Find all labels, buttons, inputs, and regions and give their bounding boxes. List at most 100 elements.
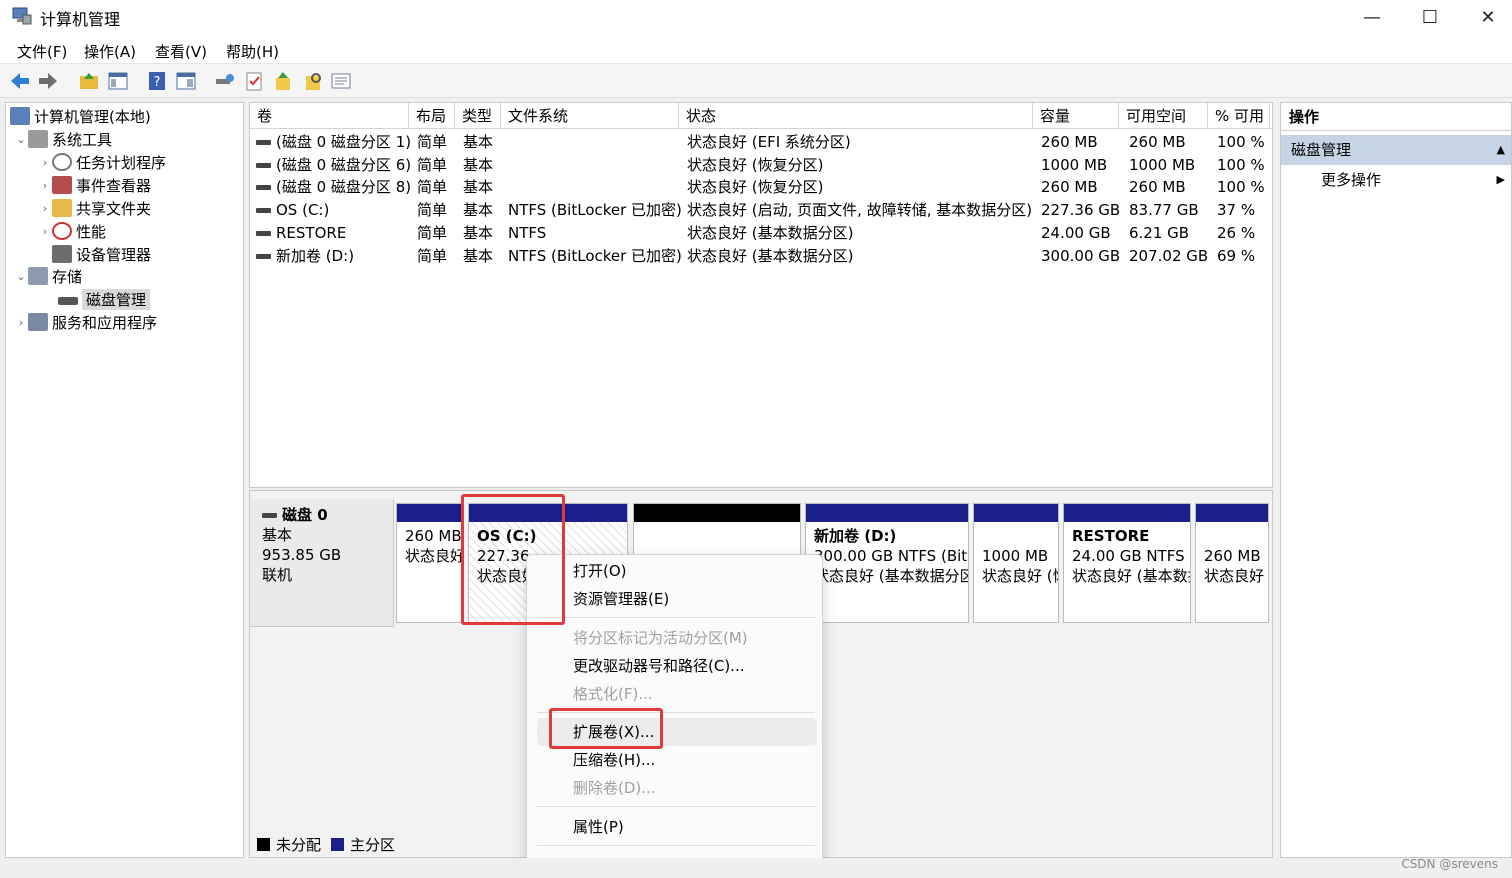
partition-name: RESTORE [1072, 527, 1150, 545]
actions-section-disk-management[interactable]: 磁盘管理 ▲ [1281, 135, 1511, 165]
menu-item-change-drive-letter[interactable]: 更改驱动器号和路径(C)... [537, 652, 817, 680]
column-header-filesystem[interactable]: 文件系统 [501, 103, 679, 129]
table-cell: 260 MB [1041, 131, 1098, 153]
partition-text: 新加卷 (D:) 300.00 GB NTFS (BitLocker 已加密) … [806, 522, 968, 586]
partition-new-volume-d[interactable]: 新加卷 (D:) 300.00 GB NTFS (BitLocker 已加密) … [805, 503, 969, 623]
disk-size: 953.85 GB [262, 546, 342, 564]
table-cell: 24.00 GB [1041, 222, 1111, 244]
actions-header: 操作 [1281, 103, 1511, 131]
menu-file[interactable]: 文件(F) [17, 41, 67, 62]
menu-item-explorer[interactable]: 资源管理器(E) [537, 585, 817, 613]
partition-restore[interactable]: RESTORE 24.00 GB NTFS 状态良好 (基本数据分区) [1063, 503, 1191, 623]
table-cell: 基本 [463, 176, 493, 198]
menu-view[interactable]: 查看(V) [155, 41, 207, 62]
menu-item-properties[interactable]: 属性(P) [537, 813, 817, 841]
close-button[interactable]: ✕ [1459, 0, 1512, 34]
collapse-icon[interactable]: ▲ [1497, 135, 1505, 165]
connect-icon[interactable] [213, 70, 235, 92]
disk-icon [262, 513, 277, 518]
column-header-volume[interactable]: 卷 [250, 103, 409, 129]
more-actions-item[interactable]: 更多操作 ▶ [1281, 165, 1511, 195]
back-arrow-icon[interactable] [9, 70, 31, 92]
partition-text: RESTORE 24.00 GB NTFS 状态良好 (基本数据分区) [1064, 522, 1190, 586]
chevron-right-icon[interactable]: › [14, 316, 28, 329]
menu-help[interactable]: 帮助(H) [226, 41, 279, 62]
table-cell: 26 % [1217, 222, 1255, 244]
cell-text: 300.00 GB [1041, 246, 1121, 265]
tree-item-shared-folders[interactable]: › 共享文件夹 [38, 197, 151, 219]
column-header-capacity[interactable]: 容量 [1033, 103, 1119, 129]
cell-text: OS (C:) [276, 201, 330, 220]
partition-efi[interactable]: 260 MB 状态良好 [396, 503, 462, 623]
tree-item-disk-management[interactable]: 磁盘管理 [58, 288, 151, 310]
tree-item-root[interactable]: 计算机管理(本地) [10, 105, 151, 127]
table-row[interactable]: OS (C:) 简单 基本 NTFS (BitLocker 已加密) 状态良好 (启动,… [250, 199, 1272, 222]
menu-item-mark-active[interactable]: 将分区标记为活动分区(M) [537, 624, 817, 652]
tree-item-label: 任务计划程序 [76, 153, 167, 172]
cell-text: 100 % [1217, 178, 1265, 197]
tree-item-services-apps[interactable]: › 服务和应用程序 [14, 311, 157, 333]
table-cell: OS (C:) [256, 199, 329, 221]
menu-action[interactable]: 操作(A) [84, 41, 136, 62]
column-header-layout[interactable]: 布局 [409, 103, 455, 129]
partition-size: 260 MB [405, 527, 461, 545]
help-icon[interactable]: ? [146, 70, 168, 92]
minimize-button[interactable]: — [1343, 0, 1401, 34]
partition-recovery[interactable]: 1000 MB 状态良好 (恢复分区) [973, 503, 1059, 623]
disk-icon [58, 297, 78, 305]
properties-view-icon[interactable] [175, 70, 197, 92]
cell-text: 状态良好 (启动, 页面文件, 故障转储, 基本数据分区) [687, 201, 1033, 220]
cell-text: 260 MB [1129, 178, 1186, 197]
chevron-right-icon[interactable]: › [38, 202, 52, 215]
menu-item-open[interactable]: 打开(O) [537, 557, 817, 585]
column-header-free-space[interactable]: 可用空间 [1119, 103, 1208, 129]
up-folder-icon[interactable] [78, 70, 100, 92]
tree-item-task-scheduler[interactable]: › 任务计划程序 [38, 151, 166, 173]
tree-item-device-manager[interactable]: 设备管理器 [52, 243, 151, 265]
toolbar: ? [0, 64, 1512, 98]
tree-item-system-tools[interactable]: ⌄ 系统工具 [14, 128, 112, 150]
table-cell: 状态良好 (恢复分区) [687, 154, 823, 176]
tree-item-performance[interactable]: › 性能 [38, 220, 106, 242]
table-cell: 69 % [1217, 245, 1255, 267]
disk-info[interactable]: 磁盘 0 基本 953.85 GB 联机 [250, 499, 394, 627]
show-hide-tree-icon[interactable] [107, 70, 129, 92]
table-row[interactable]: (磁盘 0 磁盘分区 1) 简单 基本 状态良好 (EFI 系统分区) 260 MB 26… [250, 131, 1272, 154]
maximize-button[interactable]: ☐ [1401, 0, 1459, 34]
table-cell: 状态良好 (基本数据分区) [687, 222, 853, 244]
column-header-percent-free[interactable]: % 可用 [1208, 103, 1270, 129]
menu-item-format[interactable]: 格式化(F)... [537, 680, 817, 708]
column-header-type[interactable]: 类型 [455, 103, 501, 129]
column-header-status[interactable]: 状态 [679, 103, 1033, 129]
chevron-right-icon[interactable]: › [38, 156, 52, 169]
table-row[interactable]: (磁盘 0 磁盘分区 6) 简单 基本 状态良好 (恢复分区) 1000 MB 1000 … [250, 154, 1272, 177]
chevron-down-icon[interactable]: ⌄ [14, 133, 28, 146]
export-icon[interactable] [272, 70, 294, 92]
chevron-right-icon[interactable]: › [38, 179, 52, 192]
forward-arrow-icon[interactable] [37, 70, 59, 92]
partition-legend: 未分配 主分区 [249, 832, 395, 856]
tree-item-label: 计算机管理(本地) [34, 107, 151, 126]
cell-text: 260 MB [1041, 178, 1098, 197]
table-row[interactable]: RESTORE 简单 基本 NTFS 状态良好 (基本数据分区) 24.00 GB 6.21… [250, 222, 1272, 245]
menu-item-delete-volume[interactable]: 删除卷(D)... [537, 774, 817, 802]
menu-separator [537, 617, 815, 618]
table-cell: 1000 MB [1129, 154, 1195, 176]
menu-item-shrink-volume[interactable]: 压缩卷(H)... [537, 746, 817, 774]
search-icon[interactable] [302, 70, 324, 92]
cell-text: NTFS [508, 223, 547, 242]
partition-name: 新加卷 (D:) [814, 527, 897, 545]
partition-end[interactable]: 260 MB 状态良好 [1195, 503, 1269, 623]
partition-status: 状态良好 (基本数据分区) [1072, 567, 1190, 585]
tree-item-event-viewer[interactable]: › 事件查看器 [38, 174, 151, 196]
table-cell: 1000 MB [1041, 154, 1107, 176]
chevron-right-icon[interactable]: › [38, 225, 52, 238]
table-row[interactable]: (磁盘 0 磁盘分区 8) 简单 基本 状态良好 (恢复分区) 260 MB 260 MB… [250, 176, 1272, 199]
chevron-down-icon[interactable]: ⌄ [14, 270, 28, 283]
list-view-icon[interactable] [330, 70, 352, 92]
table-cell: (磁盘 0 磁盘分区 6) [256, 154, 411, 176]
tree-item-storage[interactable]: ⌄ 存储 [14, 265, 82, 287]
menu-item-extend-volume[interactable]: 扩展卷(X)... [537, 718, 817, 746]
table-row[interactable]: 新加卷 (D:) 简单 基本 NTFS (BitLocker 已加密) 状态良好 (基本… [250, 245, 1272, 268]
check-icon[interactable] [243, 70, 265, 92]
